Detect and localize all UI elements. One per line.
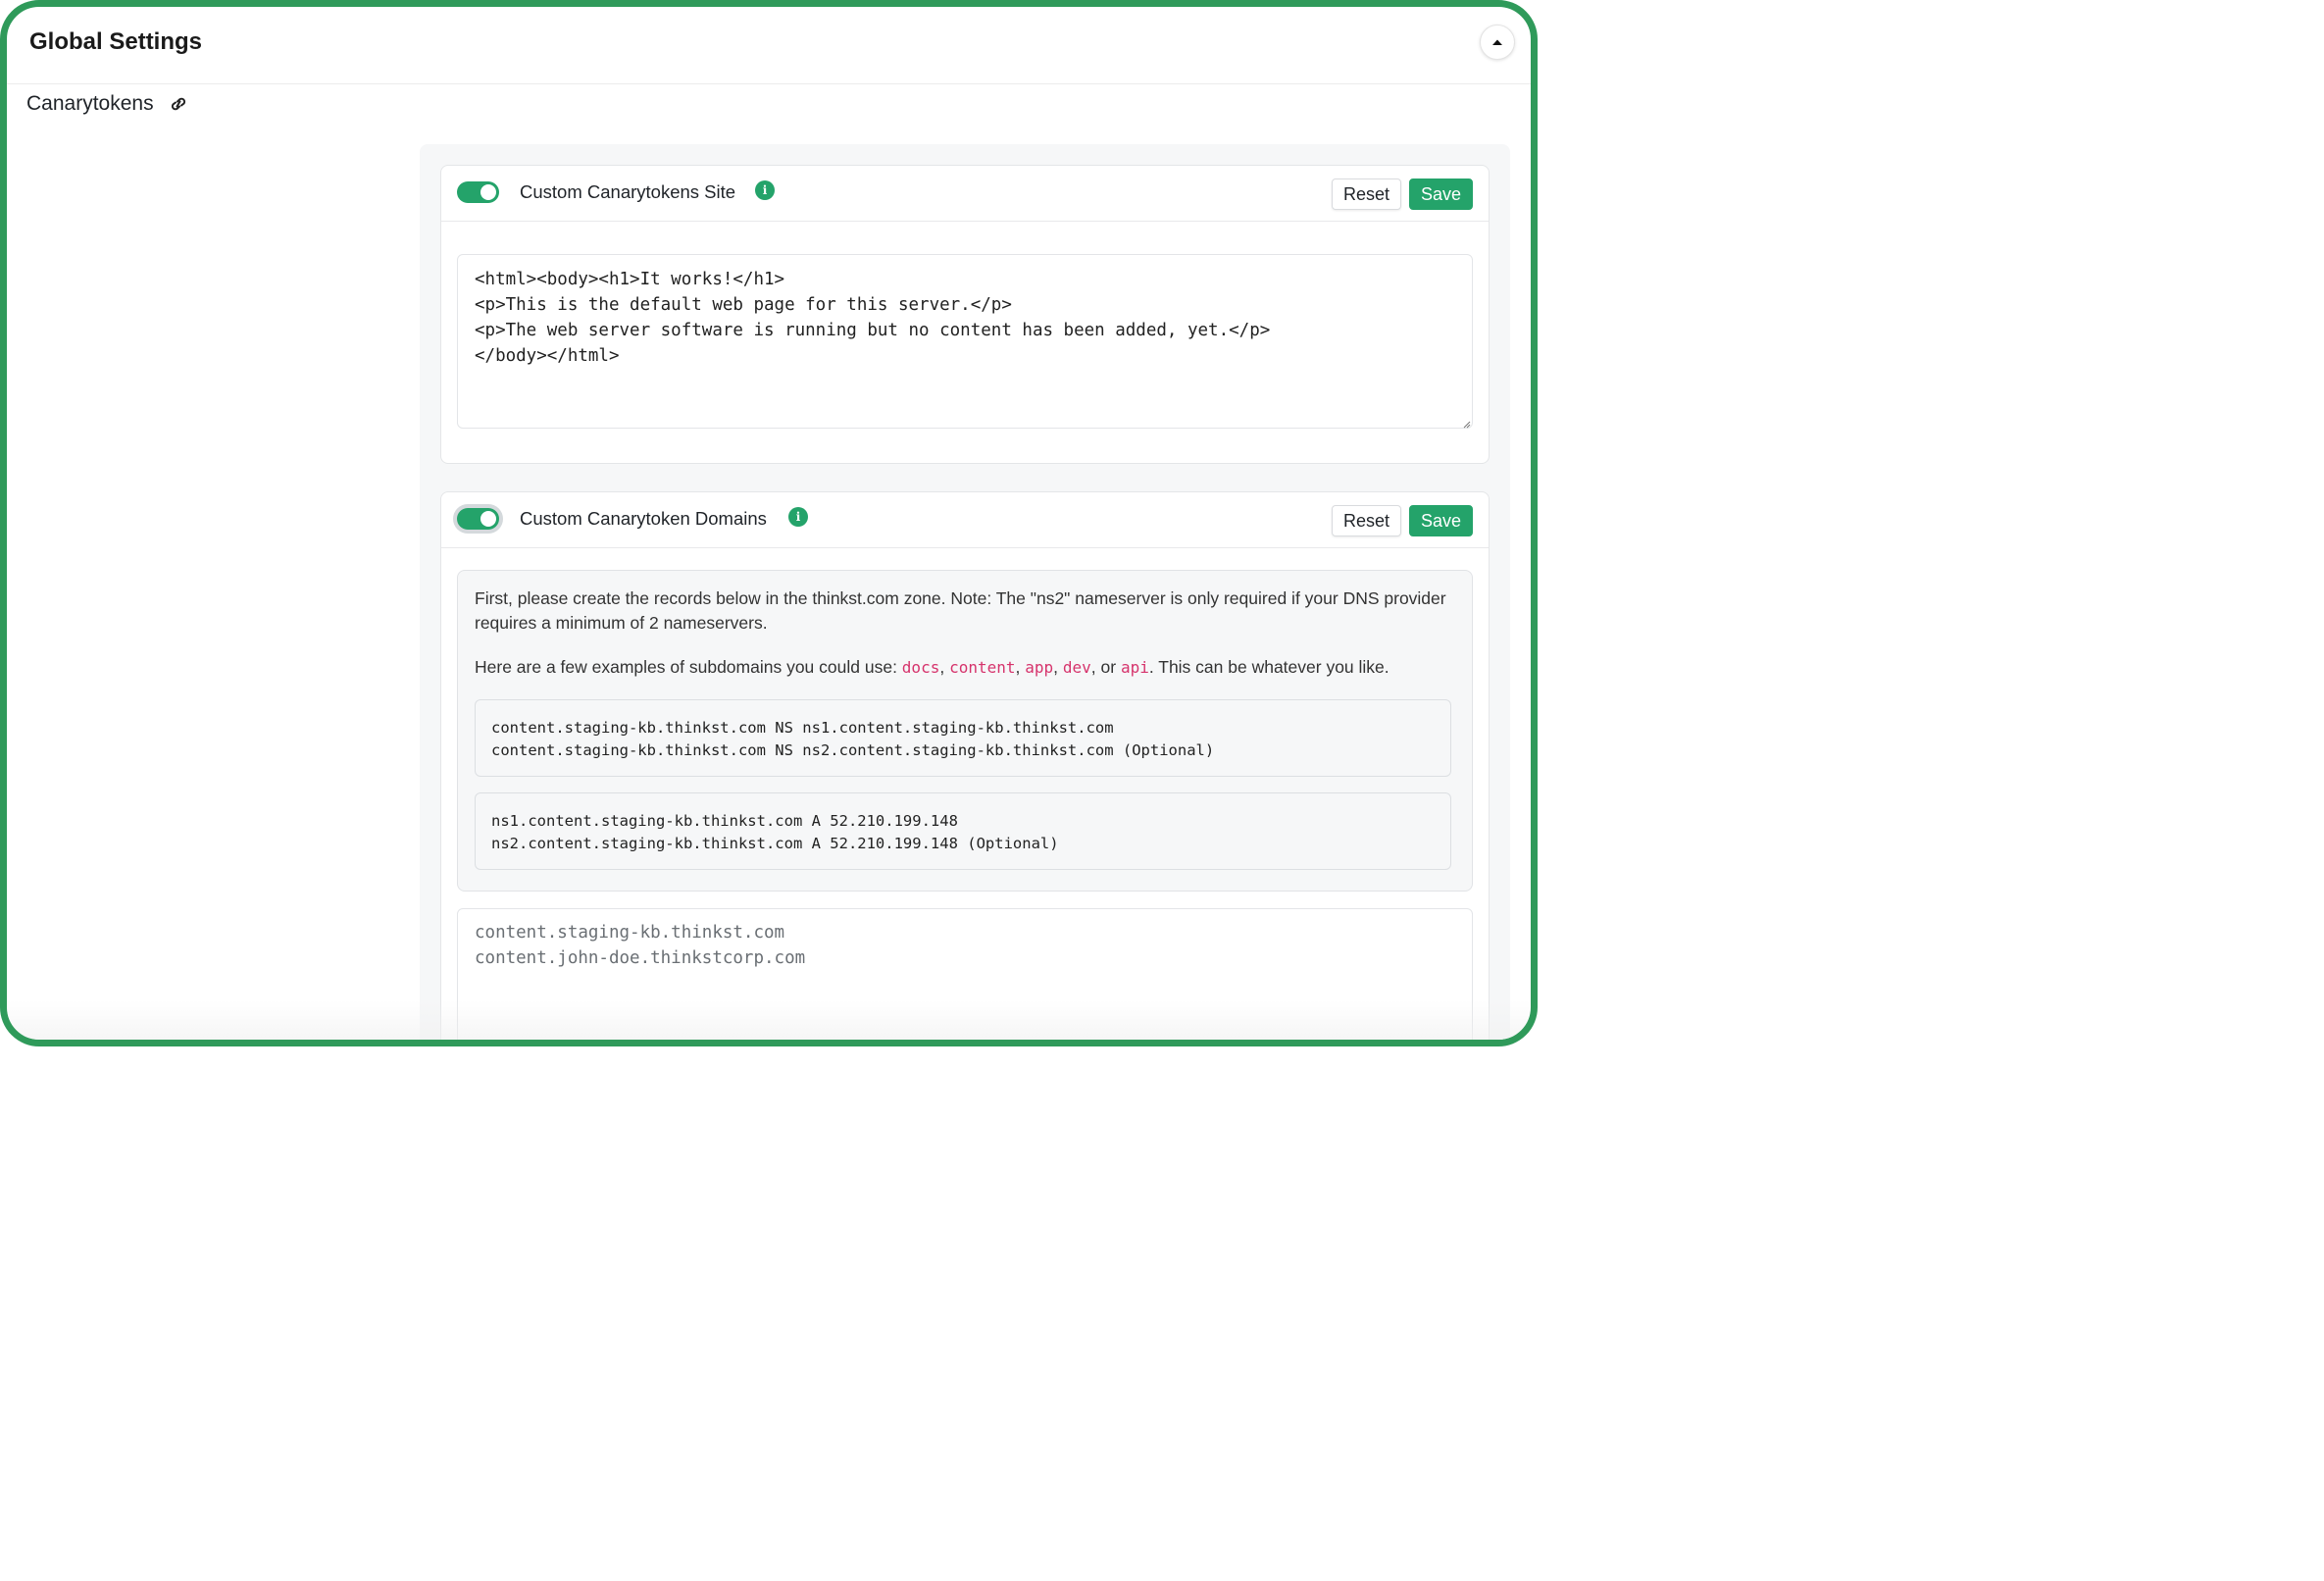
resize-grip-icon[interactable]: [1461, 419, 1471, 429]
custom-domains-title: Custom Canarytoken Domains: [520, 508, 767, 529]
example-subdomain: api: [1120, 658, 1149, 677]
custom-site-card: Custom Canarytokens Site i Reset Save <h…: [440, 165, 1490, 464]
custom-domains-card: Custom Canarytoken Domains i Reset Save …: [440, 491, 1490, 1040]
bottom-fade: [7, 1000, 1531, 1040]
section-title: Canarytokens: [26, 92, 154, 115]
info-icon[interactable]: i: [755, 180, 775, 200]
example-subdomain: app: [1025, 658, 1054, 677]
reset-button[interactable]: Reset: [1331, 178, 1401, 210]
info-icon[interactable]: i: [788, 507, 808, 527]
custom-domains-card-header: Custom Canarytoken Domains i Reset Save: [441, 492, 1489, 548]
link-icon[interactable]: [168, 95, 189, 113]
custom-domains-toggle[interactable]: [457, 508, 499, 530]
settings-header: Global Settings: [7, 7, 1531, 84]
example-subdomain: docs: [901, 658, 940, 677]
custom-site-toggle[interactable]: [457, 181, 499, 203]
example-subdomain: content: [949, 658, 1016, 677]
toggle-knob: [480, 511, 496, 527]
ns-records-box: content.staging-kb.thinkst.com NS ns1.co…: [475, 699, 1451, 777]
save-button[interactable]: Save: [1408, 505, 1473, 536]
custom-site-title: Custom Canarytokens Site: [520, 181, 736, 202]
toggle-knob: [480, 184, 496, 200]
section-heading: Canarytokens: [26, 92, 189, 116]
collapse-button[interactable]: [1480, 25, 1515, 60]
example-subdomain: dev: [1062, 658, 1091, 677]
chevron-up-icon: [1492, 39, 1502, 45]
reset-button[interactable]: Reset: [1331, 505, 1401, 536]
page-title: Global Settings: [29, 28, 203, 55]
dns-instructions-box: First, please create the records below i…: [457, 570, 1473, 892]
app-window: Global Settings Canarytokens Custom Cana…: [0, 0, 1538, 1046]
a-records-box: ns1.content.staging-kb.thinkst.com A 52.…: [475, 792, 1451, 870]
save-button[interactable]: Save: [1408, 178, 1473, 210]
site-html-textarea[interactable]: <html><body><h1>It works!</h1> <p>This i…: [457, 254, 1473, 429]
subdomain-examples-text: Here are a few examples of subdomains yo…: [475, 657, 1389, 677]
custom-site-card-header: Custom Canarytokens Site i Reset Save: [441, 166, 1489, 222]
dns-intro-text: First, please create the records below i…: [475, 588, 1446, 633]
